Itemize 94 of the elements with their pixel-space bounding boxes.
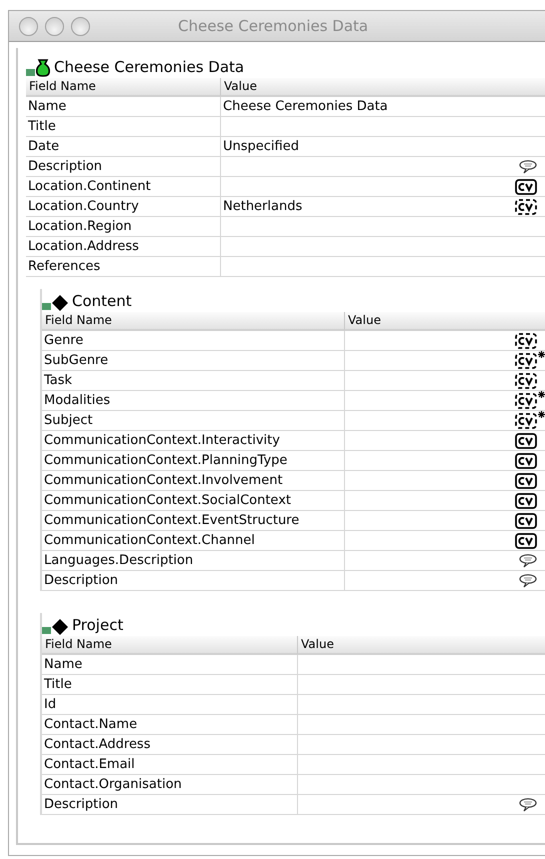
value-cell[interactable] (344, 331, 545, 351)
vocabulary-icon[interactable] (515, 178, 537, 194)
value-cell[interactable] (297, 655, 545, 675)
column-header[interactable]: Field Name (42, 312, 344, 331)
value-cell[interactable] (344, 411, 545, 431)
vocabulary-icon[interactable] (515, 392, 537, 408)
field-name-cell: Name (42, 655, 297, 675)
section-title: Cheese Ceremonies Data (54, 57, 244, 77)
field-name-cell: Location.Country (26, 197, 220, 217)
field-name-cell: Description (26, 157, 220, 177)
vocabulary-icon[interactable] (515, 492, 537, 508)
field-name-cell: CommunicationContext.Involvement (42, 471, 344, 491)
value-cell[interactable]: Cheese Ceremonies Data (220, 97, 545, 117)
value-cell[interactable] (220, 177, 545, 197)
column-header[interactable]: Field Name (26, 78, 220, 97)
vocabulary-icon[interactable] (515, 332, 537, 348)
value-cell[interactable] (344, 371, 545, 391)
field-name-cell: Title (26, 117, 220, 137)
section-title: Content (72, 291, 132, 311)
value-cell[interactable] (344, 431, 545, 451)
field-name-cell: Contact.Email (42, 755, 297, 775)
vocabulary-icon[interactable] (515, 198, 537, 214)
vocabulary-icon[interactable] (515, 432, 537, 448)
vocabulary-icon[interactable] (515, 512, 537, 528)
value-cell[interactable] (344, 551, 545, 571)
node-handle-icon[interactable] (26, 69, 35, 76)
field-name-cell: Genre (42, 331, 344, 351)
vocabulary-icon[interactable] (515, 452, 537, 468)
vocabulary-icon[interactable] (515, 352, 537, 368)
value-cell[interactable] (297, 795, 545, 815)
vocabulary-icon[interactable] (515, 412, 537, 428)
bag-icon (36, 59, 50, 77)
value-cell[interactable] (220, 237, 545, 257)
value-cell[interactable] (297, 775, 545, 795)
field-value: Unspecified (223, 138, 299, 156)
field-name-cell: Name (26, 97, 220, 117)
field-name-cell: References (26, 257, 220, 277)
column-header[interactable]: Value (220, 78, 545, 97)
field-name-cell: SubGenre (42, 351, 344, 371)
field-name-cell: CommunicationContext.SocialContext (42, 491, 344, 511)
field-value: Netherlands (223, 198, 302, 216)
value-cell[interactable] (297, 695, 545, 715)
value-cell[interactable] (220, 117, 545, 137)
field-name-cell: Subject (42, 411, 344, 431)
field-name-cell: Contact.Address (42, 735, 297, 755)
field-name-cell: Contact.Organisation (42, 775, 297, 795)
field-name-cell: Contact.Name (42, 715, 297, 735)
value-cell[interactable]: Unspecified (220, 137, 545, 157)
speech-bubble-icon[interactable] (519, 160, 537, 174)
speech-bubble-icon[interactable] (519, 554, 537, 568)
field-name-cell: CommunicationContext.Channel (42, 531, 344, 551)
value-cell[interactable] (344, 571, 545, 591)
value-cell[interactable] (344, 391, 545, 411)
window-title: Cheese Ceremonies Data (178, 17, 368, 35)
value-cell[interactable] (220, 257, 545, 277)
vocabulary-icon[interactable] (515, 532, 537, 548)
value-cell[interactable] (344, 511, 545, 531)
field-value: Cheese Ceremonies Data (223, 98, 388, 116)
speech-bubble-icon[interactable] (519, 798, 537, 812)
field-name-cell: Date (26, 137, 220, 157)
field-name-cell: Id (42, 695, 297, 715)
value-cell[interactable] (344, 531, 545, 551)
column-header[interactable]: Value (344, 312, 545, 331)
field-name-cell: Location.Address (26, 237, 220, 257)
value-cell[interactable] (297, 715, 545, 735)
speech-bubble-icon[interactable] (519, 574, 537, 588)
vocabulary-icon[interactable] (515, 472, 537, 488)
field-name-cell: CommunicationContext.Interactivity (42, 431, 344, 451)
column-header[interactable]: Value (297, 636, 545, 655)
field-name-cell: Description (42, 795, 297, 815)
value-cell[interactable] (297, 675, 545, 695)
value-cell[interactable] (344, 351, 545, 371)
value-cell[interactable] (220, 217, 545, 237)
value-cell[interactable] (344, 491, 545, 511)
vocabulary-icon[interactable] (515, 372, 537, 388)
value-cell[interactable] (297, 755, 545, 775)
field-name-cell: Location.Continent (26, 177, 220, 197)
field-name-cell: Modalities (42, 391, 344, 411)
field-name-cell: Languages.Description (42, 551, 344, 571)
section-title: Project (72, 615, 124, 635)
field-name-cell: Task (42, 371, 344, 391)
value-cell[interactable] (297, 735, 545, 755)
field-name-cell: CommunicationContext.PlanningType (42, 451, 344, 471)
column-header[interactable]: Field Name (42, 636, 297, 655)
value-cell[interactable] (344, 451, 545, 471)
field-name-cell: Location.Region (26, 217, 220, 237)
value-cell[interactable] (220, 157, 545, 177)
value-cell[interactable]: Netherlands (220, 197, 545, 217)
field-name-cell: Title (42, 675, 297, 695)
node-handle-icon[interactable] (42, 627, 51, 634)
node-handle-icon[interactable] (42, 303, 51, 310)
field-name-cell: CommunicationContext.EventStructure (42, 511, 344, 531)
value-cell[interactable] (344, 471, 545, 491)
field-name-cell: Description (42, 571, 344, 591)
